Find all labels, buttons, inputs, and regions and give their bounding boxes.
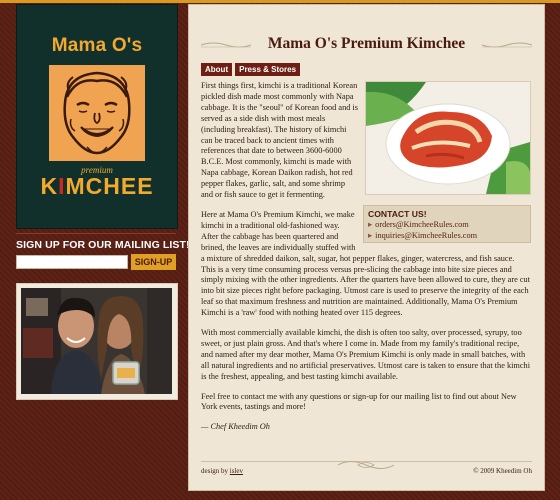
contact-email-orders[interactable]: ▸ orders@KimcheeRules.com: [368, 220, 469, 231]
footer-copyright: © 2009 Kheedim Oh: [473, 467, 532, 475]
nav-press-stores[interactable]: Press & Stores: [235, 63, 301, 76]
signup-heading: SIGN UP FOR OUR MAILING LIST!: [16, 239, 190, 251]
contact-email-inquiries-text: inquiries@KimcheeRules.com: [375, 231, 478, 240]
signup-divider: [16, 233, 176, 234]
bullet-icon: ▸: [368, 220, 373, 229]
contact-email-inquiries[interactable]: ▸ inquiries@KimcheeRules.com: [368, 231, 477, 242]
paragraph-quality: With most commercially available kimchi,…: [201, 328, 530, 381]
article-body: CONTACT US! ▸ orders@KimcheeRules.com ▸ in…: [201, 81, 531, 442]
bullet-icon: ▸: [368, 231, 373, 240]
contact-box: CONTACT US! ▸ orders@KimcheeRules.com ▸ in…: [363, 205, 531, 243]
signup-button[interactable]: SIGN-UP: [131, 254, 176, 270]
brand-logo[interactable]: Mama O's premium KIMCHEE: [16, 4, 178, 229]
chef-photo-frame: [16, 283, 178, 400]
paragraph-contact: Feel free to contact me with any questio…: [201, 391, 517, 412]
contact-heading: CONTACT US!: [368, 209, 427, 219]
nav-about[interactable]: About: [201, 63, 233, 76]
logo-title: Mama O's: [51, 35, 143, 56]
contact-email-orders-text: orders@KimcheeRules.com: [375, 220, 469, 229]
footer-design-by: design by: [201, 467, 229, 475]
top-nav: About Press & Stores: [201, 59, 303, 77]
footer-credit: design by islev: [201, 467, 243, 475]
chef-signature: — Chef Kheedim Oh: [201, 422, 270, 432]
kimchi-plate-photo: [365, 81, 531, 195]
mailing-list-email-input[interactable]: [16, 255, 128, 269]
mama-face-illustration-icon: [49, 65, 145, 161]
logo-kimchee-start: K: [40, 173, 59, 199]
logo-kimchee-end: MCHEE: [65, 173, 154, 199]
page-title: Mama O's Premium Kimchee: [267, 35, 466, 52]
designer-link[interactable]: islev: [230, 467, 243, 475]
kimchi-plate-image: [366, 82, 530, 194]
chef-couple-photo: [21, 288, 172, 394]
main-content-panel: Mama O's Premium Kimchee About Press & St…: [188, 4, 545, 491]
top-accent-bar: [0, 0, 560, 3]
footer-ornament-icon: [337, 461, 395, 469]
logo-kimchee-wordmark: KIMCHEE: [17, 173, 177, 200]
